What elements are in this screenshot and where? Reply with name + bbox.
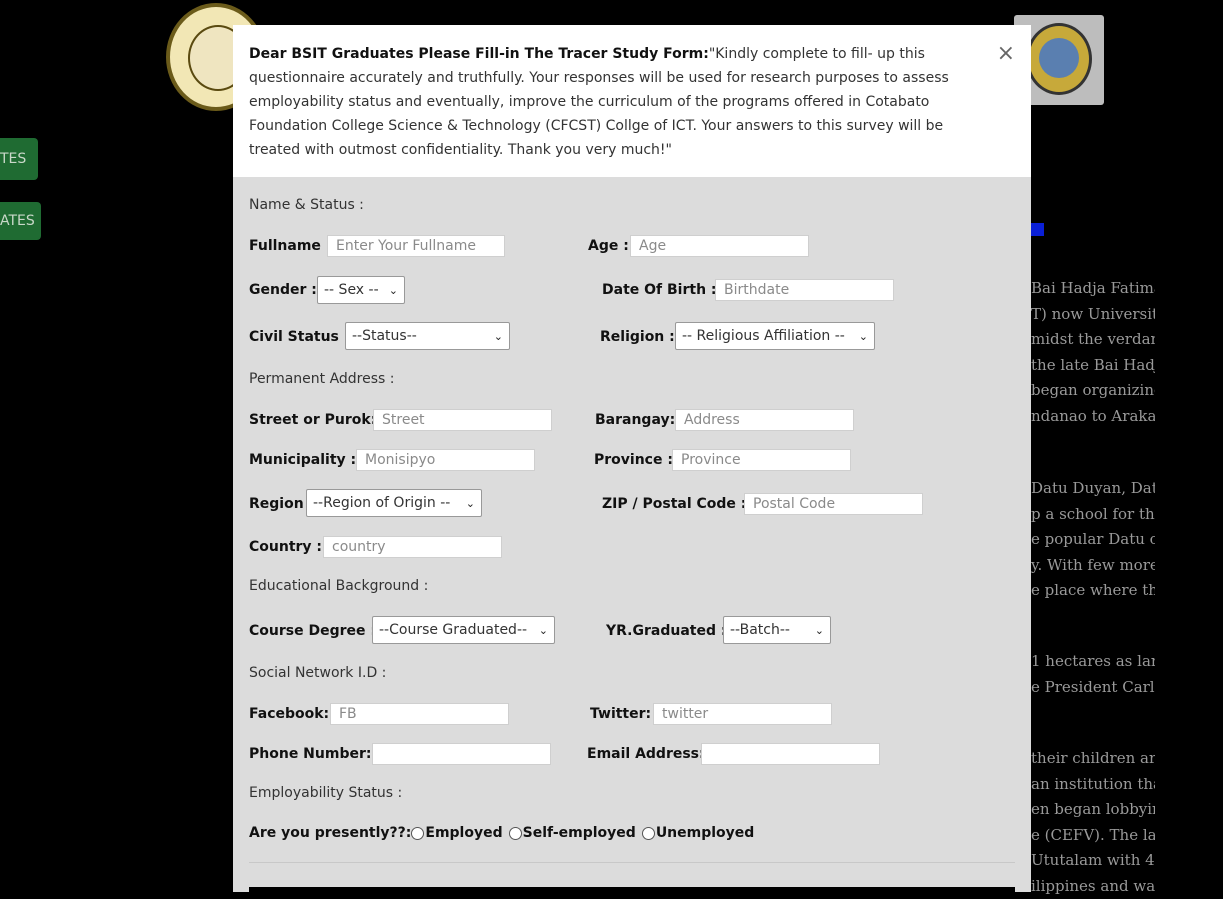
section-social-network: Social Network I.D : — [249, 665, 387, 681]
twitter-input[interactable] — [653, 703, 832, 725]
religion-select[interactable]: -- Religious Affiliation -- ⌄ — [675, 322, 875, 350]
province-input[interactable] — [672, 449, 851, 471]
section-employability: Employability Status : — [249, 785, 403, 801]
region-select[interactable]: --Region of Origin -- ⌄ — [306, 489, 482, 517]
seal-icon — [1026, 23, 1092, 95]
municipality-input[interactable] — [356, 449, 535, 471]
fullname-input[interactable] — [327, 235, 505, 257]
form-divider — [249, 862, 1015, 863]
chevron-down-icon: ⌄ — [814, 623, 824, 637]
course-select[interactable]: --Course Graduated-- ⌄ — [372, 616, 555, 644]
side-nav-button-2[interactable]: ATES — [0, 202, 41, 240]
radio-employed[interactable] — [411, 826, 425, 840]
twitter-label: Twitter: — [590, 706, 652, 722]
age-input[interactable] — [630, 235, 809, 257]
radio-employed-label: Employed — [425, 825, 503, 841]
country-input[interactable] — [323, 536, 502, 558]
dob-label: Date Of Birth : — [602, 282, 717, 298]
section-permanent-address: Permanent Address : — [249, 371, 395, 387]
modal-intro-text: "Kindly complete to fill- up this questi… — [249, 46, 949, 158]
yr-graduated-label: YR.Graduated : — [606, 623, 727, 639]
facebook-input[interactable] — [330, 703, 509, 725]
gender-label: Gender : — [249, 282, 317, 298]
radio-unemployed-label: Unemployed — [655, 825, 755, 841]
civil-status-label: Civil Status : — [249, 329, 350, 345]
section-name-status: Name & Status : — [249, 197, 364, 213]
employment-status-row: Are you presently??: Employed Self-emplo… — [249, 825, 760, 841]
facebook-label: Facebook: — [249, 706, 330, 722]
street-label: Street or Purok: — [249, 412, 377, 428]
chevron-down-icon: ⌄ — [493, 329, 503, 343]
radio-self-employed[interactable] — [508, 826, 522, 840]
course-label: Course Degree : — [249, 623, 376, 639]
age-label: Age : — [588, 238, 629, 254]
province-label: Province : — [594, 452, 673, 468]
phone-label: Phone Number: — [249, 746, 372, 762]
gender-select[interactable]: -- Sex -- ⌄ — [317, 276, 405, 304]
chevron-down-icon: ⌄ — [538, 623, 548, 637]
side-nav-button-1[interactable]: TES — [0, 138, 38, 180]
region-label: Region — [249, 496, 304, 512]
phone-input[interactable] — [372, 743, 551, 765]
modal-header: Dear BSIT Graduates Please Fill-in The T… — [233, 25, 1031, 177]
yr-graduated-select[interactable]: --Batch-- ⌄ — [723, 616, 831, 644]
email-label: Email Address: — [587, 746, 705, 762]
municipality-label: Municipality : — [249, 452, 357, 468]
barangay-input[interactable] — [675, 409, 854, 431]
chevron-down-icon: ⌄ — [388, 283, 398, 297]
modal-title: Dear BSIT Graduates Please Fill-in The T… — [249, 46, 709, 62]
close-icon[interactable]: × — [997, 43, 1015, 65]
bottom-bar — [249, 887, 1015, 892]
zip-input[interactable] — [744, 493, 923, 515]
street-input[interactable] — [373, 409, 552, 431]
employment-question: Are you presently??: — [249, 825, 412, 841]
barangay-label: Barangay: — [595, 412, 676, 428]
chevron-down-icon: ⌄ — [858, 329, 868, 343]
modal-intro: Dear BSIT Graduates Please Fill-in The T… — [249, 42, 979, 162]
email-input[interactable] — [701, 743, 880, 765]
history-paragraph-3: 1 hectares as land e President Carlos — [1031, 652, 1155, 696]
blue-marker — [1031, 223, 1044, 236]
radio-unemployed[interactable] — [641, 826, 655, 840]
fullname-label: Fullname : — [249, 238, 332, 254]
chevron-down-icon: ⌄ — [465, 496, 475, 510]
country-label: Country : — [249, 539, 323, 555]
tracer-study-modal: Dear BSIT Graduates Please Fill-in The T… — [233, 25, 1031, 892]
civil-status-select[interactable]: --Status-- ⌄ — [345, 322, 510, 350]
religion-label: Religion : — [600, 329, 675, 345]
section-educational-background: Educational Background : — [249, 578, 429, 594]
globe-icon — [1039, 38, 1079, 78]
zip-label: ZIP / Postal Code : — [602, 496, 747, 512]
history-paragraph-2: Datu Duyan, Datu p a school for the e po… — [1031, 479, 1155, 599]
history-paragraph-4: their children are an institution that e… — [1031, 749, 1155, 895]
radio-self-employed-label: Self-employed — [522, 825, 636, 841]
dob-input[interactable] — [715, 279, 894, 301]
history-paragraph-1: Bai Hadja Fatima T) now University midst… — [1031, 279, 1155, 425]
